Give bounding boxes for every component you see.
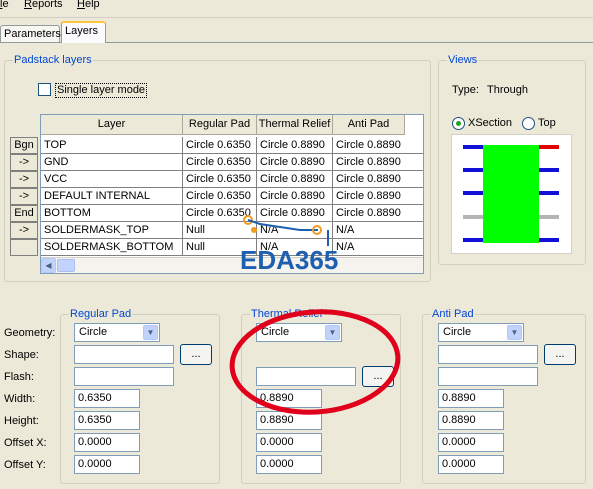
type-label: Type: — [452, 84, 479, 96]
menu-help[interactable]: Help — [77, 0, 100, 10]
views-title: Views — [447, 54, 479, 67]
offset-x-label: Offset X: — [4, 437, 47, 449]
anti-offset-x-input[interactable]: 0.0000 — [438, 433, 504, 452]
cell-regular-pad[interactable]: Circle 0.6350 — [183, 171, 257, 188]
menu-bar: le Reports Help — [0, 0, 593, 18]
menu-file[interactable]: le — [0, 0, 9, 10]
cell-thermal-relief[interactable]: Circle 0.8890 — [257, 137, 333, 154]
cell-anti-pad[interactable]: Circle 0.8890 — [333, 171, 423, 188]
top-radio[interactable] — [522, 117, 535, 130]
xsection-preview — [451, 134, 572, 254]
row-button-arrow[interactable]: -> — [10, 188, 38, 205]
regular-offset-x-input[interactable]: 0.0000 — [74, 433, 140, 452]
anti-offset-y-input[interactable]: 0.0000 — [438, 455, 504, 474]
scroll-left-icon[interactable]: ◀ — [41, 258, 56, 273]
regular-geometry-value: Circle — [79, 326, 108, 338]
anti-geometry-value: Circle — [443, 326, 472, 338]
cell-layer[interactable]: TOP — [41, 137, 183, 154]
anti-geometry-select[interactable]: Circle ▼ — [438, 323, 524, 342]
anti-height-input[interactable]: 0.8890 — [438, 411, 504, 430]
column-header-regular-pad[interactable]: Regular Pad — [183, 115, 257, 135]
menu-reports[interactable]: Reports — [24, 0, 63, 10]
row-button-arrow[interactable]: -> — [10, 222, 38, 239]
single-layer-mode-label: Single layer mode — [55, 83, 148, 98]
regular-width-input[interactable]: 0.6350 — [74, 389, 140, 408]
column-header-anti-pad[interactable]: Anti Pad — [333, 115, 405, 135]
tab-layers[interactable]: Layers — [61, 21, 106, 43]
anti-width-input[interactable]: 0.8890 — [438, 389, 504, 408]
cell-thermal-relief[interactable]: Circle 0.8890 — [257, 154, 333, 171]
row-button-empty[interactable] — [10, 239, 38, 256]
chevron-down-icon[interactable]: ▼ — [143, 325, 158, 340]
anti-flash-input[interactable] — [438, 367, 538, 386]
cell-anti-pad[interactable]: Circle 0.8890 — [333, 188, 423, 205]
cell-layer[interactable]: BOTTOM — [41, 205, 183, 222]
row-button-arrow[interactable]: -> — [10, 171, 38, 188]
cell-regular-pad[interactable]: Circle 0.6350 — [183, 154, 257, 171]
cell-anti-pad[interactable]: Circle 0.8890 — [333, 137, 423, 154]
column-header-thermal-relief[interactable]: Thermal Relief — [257, 115, 333, 135]
shape-label: Shape: — [4, 349, 39, 361]
regular-flash-input[interactable] — [74, 367, 174, 386]
padstack-xsection-drawing — [463, 145, 559, 243]
xsection-label: XSection — [468, 117, 513, 129]
grid-horizontal-scrollbar[interactable]: ◀ ▶ — [41, 257, 423, 273]
cell-anti-pad[interactable]: Circle 0.8890 — [333, 154, 423, 171]
scroll-thumb[interactable] — [57, 259, 75, 272]
top-label: Top — [538, 117, 556, 129]
cell-layer[interactable]: DEFAULT INTERNAL — [41, 188, 183, 205]
regular-shape-input[interactable] — [74, 345, 174, 364]
column-header-layer[interactable]: Layer — [41, 115, 183, 135]
red-ellipse-annotation — [229, 309, 401, 415]
thermal-offset-y-input[interactable]: 0.0000 — [256, 455, 322, 474]
anti-shape-browse-button[interactable]: ... — [544, 344, 576, 365]
row-button-bgn[interactable]: Bgn — [10, 137, 38, 154]
cell-layer[interactable]: VCC — [41, 171, 183, 188]
padstack-layers-grid[interactable]: Layer Regular Pad Thermal Relief Anti Pa… — [40, 114, 424, 274]
regular-pad-title: Regular Pad — [69, 308, 133, 321]
chevron-down-icon[interactable]: ▼ — [507, 325, 522, 340]
regular-height-input[interactable]: 0.6350 — [74, 411, 140, 430]
regular-offset-y-input[interactable]: 0.0000 — [74, 455, 140, 474]
anti-shape-input[interactable] — [438, 345, 538, 364]
width-label: Width: — [4, 393, 36, 405]
height-label: Height: — [4, 415, 39, 427]
cell-anti-pad[interactable]: N/A — [333, 222, 423, 239]
thermal-offset-x-input[interactable]: 0.0000 — [256, 433, 322, 452]
geometry-label: Geometry: — [4, 327, 56, 339]
row-button-end[interactable]: End — [10, 205, 38, 222]
regular-shape-browse-button[interactable]: ... — [180, 344, 212, 365]
cell-anti-pad[interactable]: Circle 0.8890 — [333, 205, 423, 222]
cell-layer[interactable]: SOLDERMASK_BOTTOM — [41, 239, 183, 256]
regular-geometry-select[interactable]: Circle ▼ — [74, 323, 160, 342]
padstack-layers-title: Padstack layers — [13, 54, 93, 67]
type-value: Through — [487, 84, 528, 96]
row-button-arrow[interactable]: -> — [10, 154, 38, 171]
single-layer-mode-checkbox[interactable] — [38, 83, 51, 96]
cell-layer[interactable]: SOLDERMASK_TOP — [41, 222, 183, 239]
cell-anti-pad[interactable]: N/A — [333, 239, 423, 256]
flash-label: Flash: — [4, 371, 34, 383]
anti-pad-title: Anti Pad — [431, 308, 475, 321]
xsection-radio[interactable] — [452, 117, 465, 130]
cell-layer[interactable]: GND — [41, 154, 183, 171]
offset-y-label: Offset Y: — [4, 459, 46, 471]
cell-regular-pad[interactable]: Circle 0.6350 — [183, 188, 257, 205]
eda365-watermark: EDA365 — [240, 245, 339, 275]
cell-thermal-relief[interactable]: Circle 0.8890 — [257, 171, 333, 188]
eda365-logo-icon — [243, 215, 329, 246]
cell-regular-pad[interactable]: Circle 0.6350 — [183, 137, 257, 154]
cell-thermal-relief[interactable]: Circle 0.8890 — [257, 188, 333, 205]
